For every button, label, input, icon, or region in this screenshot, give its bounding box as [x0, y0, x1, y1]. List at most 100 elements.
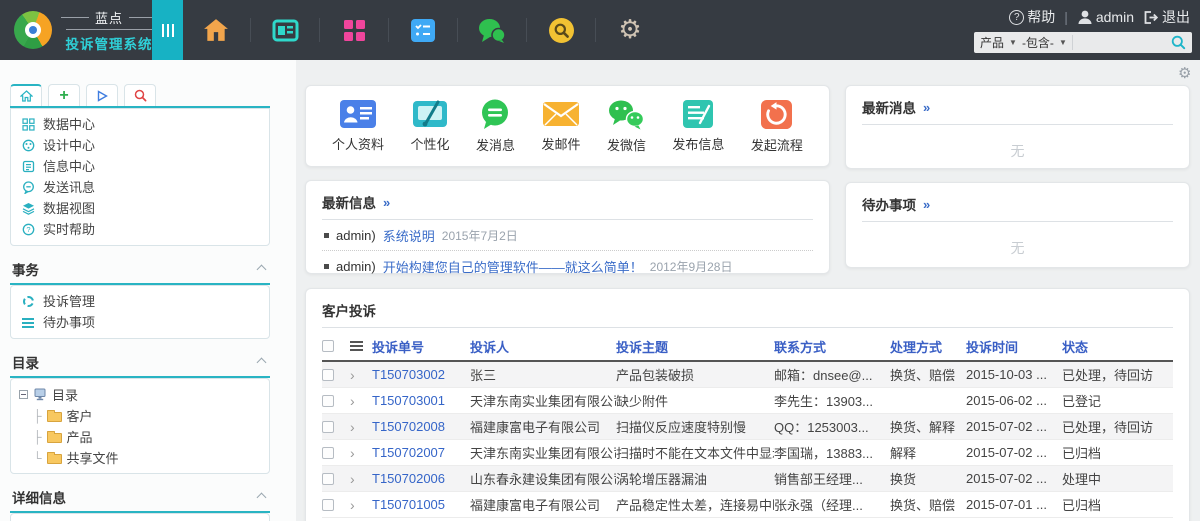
- expand-row-icon[interactable]: ›: [350, 368, 355, 382]
- tab-search[interactable]: [124, 84, 156, 106]
- expand-row-icon[interactable]: ›: [350, 446, 355, 460]
- info-list-item: admin) 系统说明 2015年7月2日: [322, 220, 813, 251]
- user-account[interactable]: admin: [1077, 9, 1134, 25]
- row-checkbox[interactable]: [322, 368, 334, 381]
- news-icon[interactable]: [251, 19, 319, 42]
- brand-title: 蓝点: [95, 10, 124, 26]
- list-options-icon[interactable]: [350, 341, 363, 351]
- latest-messages-panel: 最新消息 » 无: [845, 85, 1190, 169]
- help-link[interactable]: ? 帮助: [1009, 7, 1055, 27]
- folder-icon: [46, 431, 62, 443]
- shortcut-personalize[interactable]: 个性化: [410, 99, 450, 153]
- tab-run[interactable]: [86, 84, 118, 106]
- expand-row-icon[interactable]: ›: [350, 420, 355, 434]
- chevron-down-icon[interactable]: ▼: [1009, 38, 1017, 47]
- apps-grid-icon[interactable]: [320, 19, 388, 42]
- more-arrow-icon[interactable]: »: [923, 100, 930, 115]
- tree-collapse-icon[interactable]: [19, 390, 28, 399]
- table-row: › T150702008 福建康富电子有限公司 扫描仪反应速度特别慢 QQ：12…: [322, 414, 1173, 440]
- table-header-row: 投诉单号 投诉人 投诉主题 联系方式 处理方式 投诉时间 状态: [322, 332, 1173, 362]
- todo-list-icon: [22, 317, 34, 328]
- expand-row-icon[interactable]: ›: [350, 394, 355, 408]
- shortcut-send-message[interactable]: 发消息: [476, 99, 515, 154]
- shortcut-publish-info[interactable]: 发布信息: [672, 99, 724, 153]
- publish-info-icon: [682, 100, 713, 128]
- complaint-id-link[interactable]: T150703001: [372, 393, 470, 408]
- sidebar-item-data-view[interactable]: 数据视图: [11, 198, 269, 219]
- more-arrow-icon[interactable]: »: [923, 197, 930, 212]
- complaint-id-link[interactable]: T150702007: [372, 445, 470, 460]
- search-category-select[interactable]: 产品: [980, 34, 1004, 51]
- tree-root-catalog[interactable]: 目录: [11, 384, 269, 405]
- shortcut-send-email[interactable]: 发邮件: [541, 99, 580, 153]
- play-icon: [97, 89, 108, 102]
- sidebar-item-data-center[interactable]: 数据中心: [11, 114, 269, 135]
- info-link[interactable]: 开始构建您自己的管理软件——就这么简单！: [383, 257, 643, 276]
- row-checkbox[interactable]: [322, 498, 334, 511]
- search-circle-icon[interactable]: [527, 17, 595, 44]
- row-checkbox[interactable]: [322, 446, 334, 459]
- section-detail-header[interactable]: 详细信息: [10, 487, 270, 513]
- column-header-method[interactable]: 处理方式: [890, 337, 966, 356]
- info-list-item: admin) 开始构建您自己的管理软件——就这么简单！ 2012年9月28日: [322, 251, 813, 281]
- expand-row-icon[interactable]: ›: [350, 472, 355, 486]
- empty-placeholder: 无: [1010, 143, 1025, 159]
- bullet-icon: [324, 264, 329, 269]
- shortcut-send-wechat[interactable]: 发微信: [607, 99, 646, 154]
- info-link[interactable]: 系统说明: [383, 226, 435, 245]
- sidebar-item-design-center[interactable]: 设计中心: [11, 135, 269, 156]
- sidebar-item-complaint-manage[interactable]: 投诉管理: [11, 291, 269, 312]
- expand-row-icon[interactable]: ›: [350, 498, 355, 512]
- shortcut-start-flow[interactable]: 发起流程: [751, 99, 803, 154]
- home-icon[interactable]: [182, 18, 250, 42]
- data-center-grid-icon: [21, 118, 35, 131]
- app-logo[interactable]: 蓝点 投诉管理系统: [14, 0, 158, 60]
- search-input[interactable]: [1077, 34, 1166, 51]
- select-all-checkbox[interactable]: [322, 340, 334, 352]
- sidebar-item-info-center[interactable]: 信息中心: [11, 156, 269, 177]
- complaint-id-link[interactable]: T150702008: [372, 419, 470, 434]
- tab-home[interactable]: [10, 84, 42, 106]
- complaint-id-link[interactable]: T150701005: [372, 497, 470, 512]
- complaint-sync-icon: [22, 296, 34, 307]
- row-checkbox[interactable]: [322, 420, 334, 433]
- column-header-person[interactable]: 投诉人: [470, 337, 616, 356]
- home-tab-icon: [19, 90, 33, 102]
- section-affairs-header[interactable]: 事务: [10, 259, 270, 285]
- more-arrow-icon[interactable]: »: [383, 195, 390, 210]
- tree-node-customers[interactable]: ├ 客户: [11, 405, 269, 426]
- complaint-id-link[interactable]: T150703002: [372, 367, 470, 382]
- sidebar-item-live-help[interactable]: ? 实时帮助: [11, 219, 269, 240]
- complaint-id-link[interactable]: T150702006: [372, 471, 470, 486]
- menu-toggle-button[interactable]: [152, 0, 183, 60]
- svg-text:?: ?: [26, 225, 30, 234]
- column-header-time[interactable]: 投诉时间: [966, 337, 1062, 356]
- search-operator-select[interactable]: -包含-: [1022, 34, 1054, 51]
- brand-subtitle: 投诉管理系统: [65, 28, 153, 53]
- shortcut-profile[interactable]: 个人资料: [332, 99, 384, 153]
- tab-add[interactable]: +: [48, 84, 80, 106]
- sidebar-item-send-message[interactable]: 发送讯息: [11, 177, 269, 198]
- settings-gear-icon[interactable]: ⚙: [596, 17, 664, 43]
- tree-node-products[interactable]: ├ 产品: [11, 426, 269, 447]
- computer-icon: [34, 388, 46, 401]
- row-checkbox[interactable]: [322, 394, 334, 407]
- table-row: › T150701005 福建康富电子有限公司 产品稳定性太差，连接易中断 张永…: [322, 492, 1173, 518]
- folder-icon: [46, 452, 62, 464]
- sidebar-item-todo[interactable]: 待办事项: [11, 312, 269, 333]
- chevron-down-icon[interactable]: ▼: [1059, 38, 1067, 47]
- sidebar-menu-panel: 数据中心 设计中心 信息中心 发送讯息 数据视图 ? 实时帮助: [10, 108, 270, 246]
- tree-node-shared-files[interactable]: └ 共享文件: [11, 447, 269, 468]
- section-catalog-header[interactable]: 目录: [10, 352, 270, 378]
- chat-icon[interactable]: [458, 18, 526, 43]
- task-list-icon[interactable]: [389, 17, 457, 43]
- column-header-status[interactable]: 状态: [1062, 337, 1173, 356]
- content-settings-gear-icon[interactable]: ⚙: [1178, 64, 1191, 82]
- row-checkbox[interactable]: [322, 472, 334, 485]
- logout-link[interactable]: 退出: [1143, 7, 1190, 27]
- search-submit-icon[interactable]: [1171, 35, 1186, 50]
- column-header-subject[interactable]: 投诉主题: [616, 337, 774, 356]
- column-header-contact[interactable]: 联系方式: [774, 337, 890, 356]
- column-header-id[interactable]: 投诉单号: [372, 337, 470, 356]
- top-nav: ⚙: [182, 0, 664, 60]
